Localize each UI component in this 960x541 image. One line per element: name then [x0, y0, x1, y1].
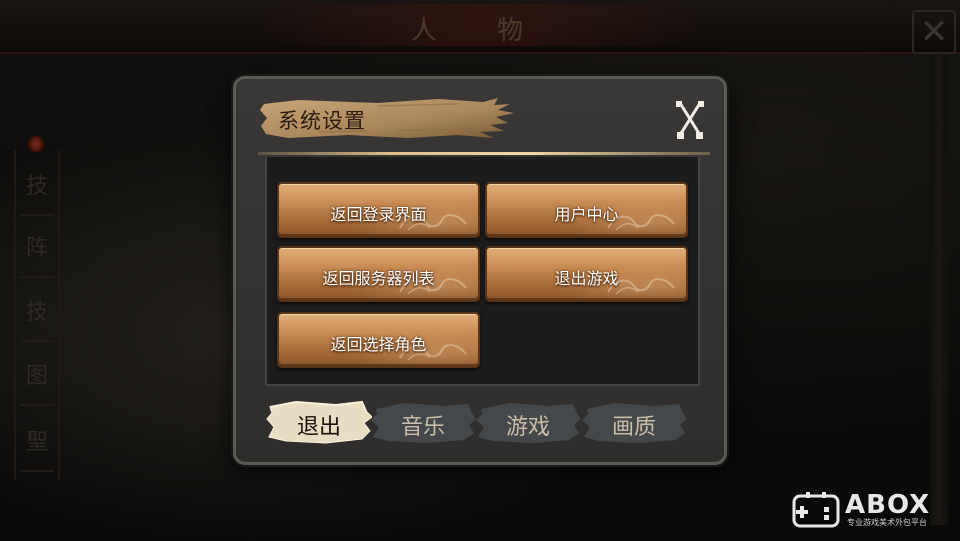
tab-game[interactable]: 游戏 — [475, 399, 581, 445]
tab-label: 音乐 — [400, 415, 445, 440]
return-to-server-list-button[interactable]: 返回服务器列表 — [277, 246, 480, 302]
side-tab[interactable]: 技 — [20, 160, 54, 216]
tab-music[interactable]: 音乐 — [370, 399, 476, 445]
button-label: 返回登录界面 — [330, 205, 427, 224]
settings-content-panel: 返回登录界面 用户中心 返回服务器列表 退出游戏 返回选择角色 — [265, 157, 700, 386]
tab-label: 游戏 — [505, 415, 550, 440]
side-tab-column: 技 阵 技 图 聖 — [14, 150, 60, 480]
abox-watermark: ABOX 专业游戏美术外包平台 — [790, 490, 950, 532]
tab-exit[interactable]: 退出 — [266, 399, 372, 445]
gamepad-icon — [792, 492, 840, 528]
button-label: 返回选择角色 — [330, 335, 427, 354]
tab-graphics[interactable]: 画质 — [581, 399, 687, 445]
dialog-title: 系统设置 — [278, 109, 366, 133]
side-tab[interactable]: 技 — [20, 286, 54, 342]
system-settings-dialog: 系统设置 返回登录界面 用户中心 返回服务器列表 退出游戏 返回选择角色 退出 … — [233, 76, 727, 465]
tab-label: 画质 — [611, 415, 656, 440]
abox-tagline: 专业游戏美术外包平台 — [847, 518, 927, 527]
abox-brand: ABOX — [845, 490, 931, 520]
title-divider — [258, 152, 710, 155]
exit-game-button[interactable]: 退出游戏 — [485, 246, 688, 302]
background-close-button[interactable]: ✕ — [912, 10, 956, 54]
crossed-swords-icon[interactable] — [674, 99, 706, 141]
tab-label: 退出 — [296, 415, 341, 440]
side-tab[interactable]: 阵 — [20, 222, 54, 278]
return-to-login-button[interactable]: 返回登录界面 — [277, 182, 480, 238]
right-frame-column — [930, 55, 948, 525]
button-label: 退出游戏 — [554, 269, 619, 288]
button-label: 用户中心 — [554, 205, 619, 224]
button-label: 返回服务器列表 — [322, 269, 435, 288]
side-tab[interactable]: 聖 — [20, 416, 54, 472]
return-to-character-select-button[interactable]: 返回选择角色 — [277, 312, 480, 368]
top-banner: 人 物 — [0, 0, 960, 54]
user-center-button[interactable]: 用户中心 — [485, 182, 688, 238]
side-tab[interactable]: 图 — [20, 350, 54, 406]
screen-title: 人 物 — [410, 16, 550, 46]
